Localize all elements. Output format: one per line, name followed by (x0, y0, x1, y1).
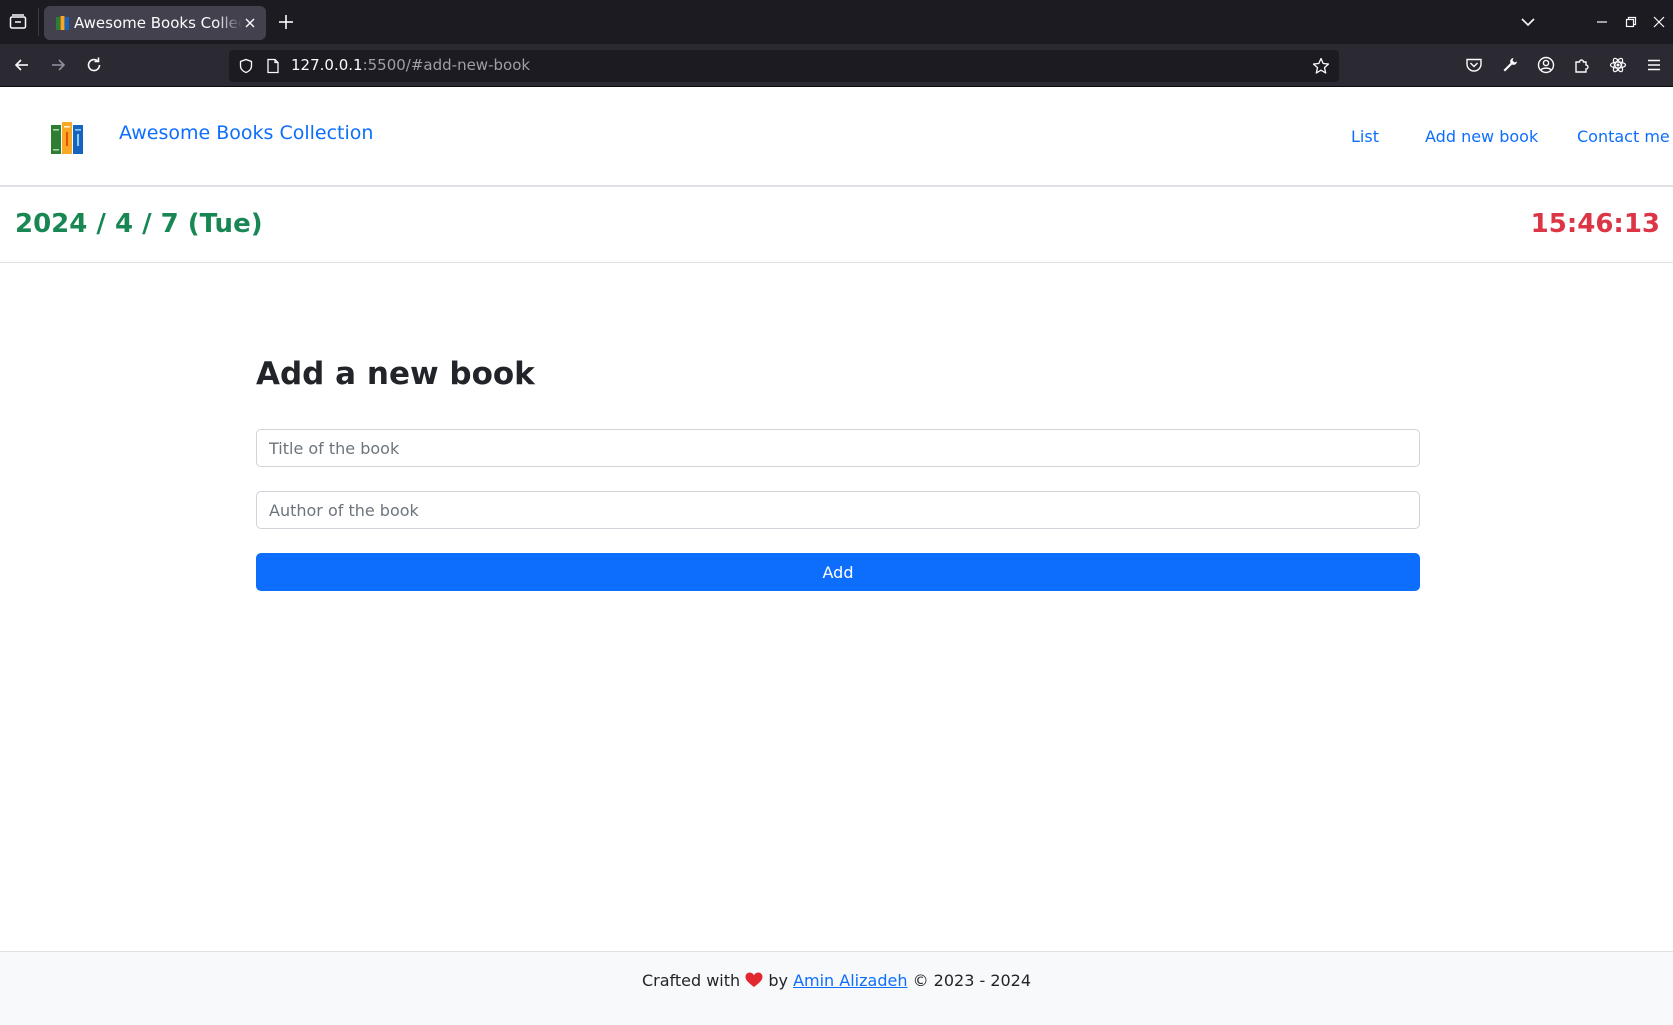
window-restore-icon[interactable] (1625, 16, 1637, 28)
back-arrow-icon[interactable] (12, 55, 32, 75)
react-devtools-icon[interactable] (1609, 56, 1627, 74)
site-footer: Crafted with by Amin Alizadeh © 2023 - 2… (0, 951, 1673, 1025)
list-all-tabs-chevron-icon[interactable] (1520, 16, 1536, 28)
new-tab-plus-icon[interactable] (278, 14, 294, 30)
date-time-bar: 2024 / 4 / 7 (Tue) 15:46:13 (0, 188, 1673, 263)
books-favicon-icon (56, 16, 69, 30)
browser-toolbar: 127.0.0.1:5500/#add-new-book (0, 44, 1673, 87)
heart-icon (745, 972, 763, 987)
add-book-heading: Add a new book (256, 356, 535, 392)
page-info-icon[interactable] (266, 58, 280, 74)
nav-link-list[interactable]: List (1351, 127, 1379, 146)
tab-strip-separator (38, 8, 39, 36)
book-author-input[interactable] (256, 491, 1420, 529)
forward-arrow-icon[interactable] (48, 55, 68, 75)
wrench-icon[interactable] (1501, 56, 1519, 74)
account-icon[interactable] (1537, 56, 1555, 74)
footer-prefix: Crafted with (641, 971, 741, 990)
bookmark-star-icon[interactable] (1312, 57, 1330, 75)
site-header: Awesome Books Collection List Add new bo… (0, 87, 1673, 187)
url-text: 127.0.0.1:5500/#add-new-book (291, 56, 530, 74)
hamburger-menu-icon[interactable] (1645, 56, 1663, 74)
reload-icon[interactable] (84, 55, 104, 75)
footer-credit: Crafted with by Amin Alizadeh © 2023 - 2… (0, 971, 1673, 990)
url-path: :5500/#add-new-book (362, 56, 531, 74)
tracking-protection-shield-icon[interactable] (238, 58, 254, 74)
browser-tab-strip: Awesome Books Collection (0, 0, 1673, 44)
window-minimize-icon[interactable] (1596, 16, 1608, 28)
books-logo-icon[interactable] (51, 122, 83, 154)
tab-list-icon[interactable] (8, 12, 28, 32)
pocket-icon[interactable] (1465, 56, 1483, 74)
current-time: 15:46:13 (1530, 209, 1660, 239)
browser-tab-active[interactable]: Awesome Books Collection (44, 6, 266, 40)
brand-title-link[interactable]: Awesome Books Collection (119, 122, 373, 144)
author-link[interactable]: Amin Alizadeh (793, 971, 907, 990)
nav-link-add-new-book[interactable]: Add new book (1425, 127, 1538, 146)
extensions-puzzle-icon[interactable] (1573, 56, 1591, 74)
tab-title: Awesome Books Collection (74, 14, 242, 32)
book-title-input[interactable] (256, 429, 1420, 467)
url-bar[interactable]: 127.0.0.1:5500/#add-new-book (229, 50, 1339, 82)
footer-by: by (768, 971, 788, 990)
window-close-icon[interactable] (1653, 16, 1665, 28)
tab-close-icon[interactable] (243, 16, 257, 30)
nav-link-contact-me[interactable]: Contact me (1577, 127, 1670, 146)
current-date: 2024 / 4 / 7 (Tue) (15, 209, 263, 239)
url-host: 127.0.0.1 (291, 56, 363, 74)
add-book-button[interactable]: Add (256, 553, 1420, 591)
footer-copyright: © 2023 - 2024 (912, 971, 1032, 990)
